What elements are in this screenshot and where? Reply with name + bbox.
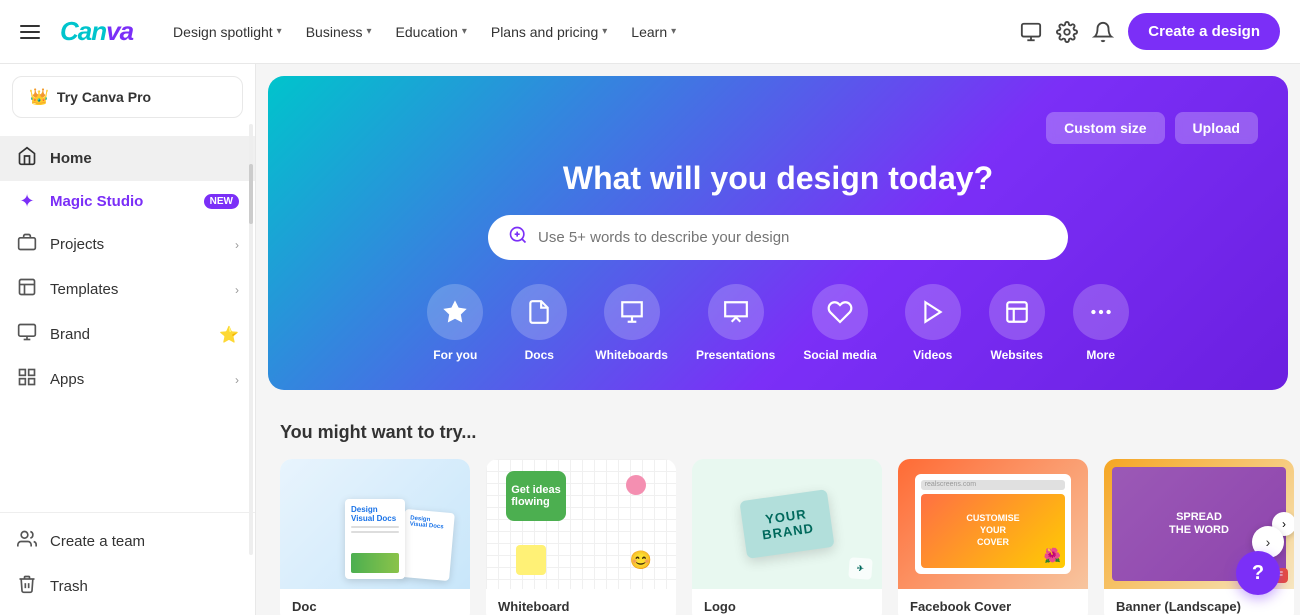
chevron-down-icon: ▾ [462,26,467,37]
category-whiteboards[interactable]: Whiteboards [595,284,668,362]
main-nav: Design spotlight ▾ Business ▾ Education … [163,18,1000,46]
category-websites[interactable]: Websites [989,284,1045,362]
card-thumb-logo: YOURBRAND ✈ [692,459,882,589]
sidebar-item-projects[interactable]: Projects › [0,222,255,267]
design-card-whiteboard[interactable]: Get ideasflowing 😊 Whiteboard [486,459,676,615]
design-card-doc[interactable]: DesignVisual Docs DesignVisual Docs Doc [280,459,470,615]
sidebar-item-templates[interactable]: Templates › [0,267,255,312]
content-area: Custom size Upload What will you design … [256,64,1300,615]
nav-education[interactable]: Education ▾ [386,18,477,46]
team-icon [16,529,38,554]
sidebar-item-brand[interactable]: Brand ⭐ [0,312,255,357]
nav-learn[interactable]: Learn ▾ [621,18,686,46]
nav-design-spotlight[interactable]: Design spotlight ▾ [163,18,292,46]
chevron-down-icon: ▾ [367,26,372,37]
sidebar-item-create-team[interactable]: Create a team [0,519,255,564]
chevron-down-icon: ▾ [602,26,607,37]
main-layout: 👑 Try Canva Pro Home ✦ Magic Studio NEW [0,64,1300,615]
trash-icon [16,574,38,599]
hamburger-menu[interactable] [20,25,40,39]
brand-icon [16,322,38,347]
chevron-right-icon: › [235,283,239,297]
apps-icon [16,367,38,392]
card-thumb-doc: DesignVisual Docs DesignVisual Docs [280,459,470,589]
canva-logo: Canva [60,16,133,47]
category-social-media[interactable]: Social media [803,284,876,362]
design-card-logo[interactable]: YOURBRAND ✈ Logo [692,459,882,615]
design-cards-row: DesignVisual Docs DesignVisual Docs Doc [280,459,1276,615]
category-presentations[interactable]: Presentations [696,284,775,362]
sidebar: 👑 Try Canva Pro Home ✦ Magic Studio NEW [0,64,256,615]
create-design-button[interactable]: Create a design [1128,13,1280,50]
category-for-you[interactable]: For you [427,284,483,362]
card-thumb-whiteboard: Get ideasflowing 😊 [486,459,676,589]
header-right: Create a design [1020,13,1280,50]
category-icons: For you Docs Whiteboards [298,284,1258,362]
category-docs[interactable]: Docs [511,284,567,362]
hero-title: What will you design today? [298,160,1258,197]
category-more[interactable]: More [1073,284,1129,362]
templates-icon [16,277,38,302]
upload-button[interactable]: Upload [1175,112,1258,144]
sidebar-nav: Home ✦ Magic Studio NEW Projects › [0,130,255,512]
help-button[interactable]: ? [1236,551,1280,595]
hero-banner: Custom size Upload What will you design … [268,76,1288,390]
suggestions-title: You might want to try... [280,422,1276,443]
hero-buttons: Custom size Upload [298,112,1258,144]
category-videos[interactable]: Videos [905,284,961,362]
nav-plans-pricing[interactable]: Plans and pricing ▾ [481,18,617,46]
sidebar-item-magic-studio[interactable]: ✦ Magic Studio NEW [0,181,255,222]
card-thumb-facebook: realscreens.com CUSTOMISEYOURCOVER 🌺 [898,459,1088,589]
search-magic-icon [508,225,528,250]
sidebar-item-trash[interactable]: Trash [0,564,255,609]
magic-studio-icon: ✦ [16,191,38,212]
design-card-facebook-cover[interactable]: realscreens.com CUSTOMISEYOURCOVER 🌺 Fac… [898,459,1088,615]
design-search-bar[interactable] [488,215,1068,260]
nav-business[interactable]: Business ▾ [296,18,382,46]
search-input[interactable] [538,229,1048,246]
settings-icon[interactable] [1056,21,1078,43]
scrollbar-track [249,124,253,555]
header: Canva Design spotlight ▾ Business ▾ Educ… [0,0,1300,64]
star-badge-icon: ⭐ [219,325,239,345]
notification-icon[interactable] [1092,21,1114,43]
suggestions-section: You might want to try... DesignVisual Do… [256,402,1300,615]
custom-size-button[interactable]: Custom size [1046,112,1164,144]
try-pro-button[interactable]: 👑 Try Canva Pro [12,76,243,118]
chevron-right-icon: › [235,238,239,252]
sidebar-item-apps[interactable]: Apps › [0,357,255,402]
new-badge: NEW [204,194,239,209]
scrollbar-thumb[interactable] [249,164,253,224]
monitor-icon[interactable] [1020,21,1042,43]
chevron-right-icon: › [235,373,239,387]
projects-icon [16,232,38,257]
sidebar-bottom: Create a team Trash [0,512,255,615]
chevron-down-icon: ▾ [671,26,676,37]
crown-icon: 👑 [29,87,49,107]
chevron-down-icon: ▾ [277,26,282,37]
home-icon [16,146,38,171]
sidebar-item-home[interactable]: Home [0,136,255,181]
